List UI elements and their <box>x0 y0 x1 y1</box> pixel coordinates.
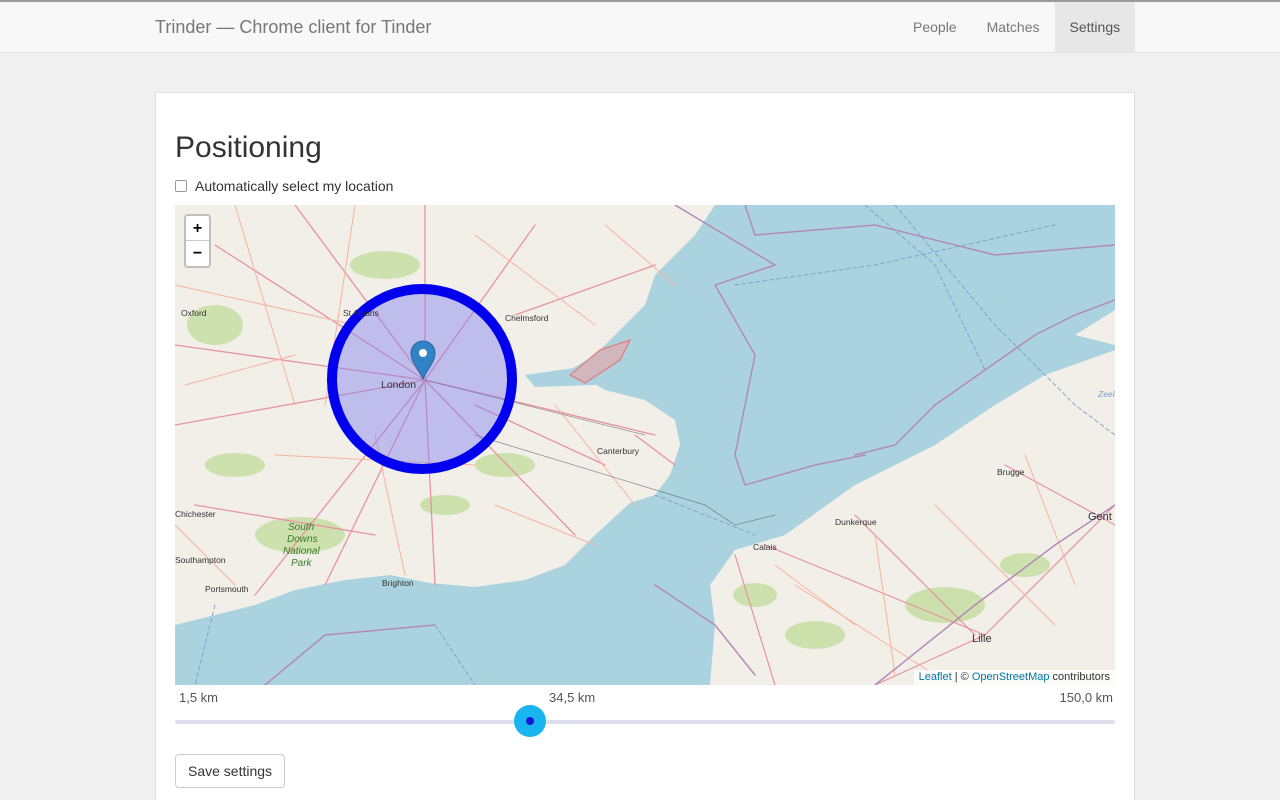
map-tiles[interactable]: Oxford St Albans Chelmsford London Cante… <box>175 205 1115 685</box>
settings-panel: Positioning Automatically select my loca… <box>155 92 1135 800</box>
slider-handle-dot <box>525 717 534 725</box>
app-brand[interactable]: Trinder — Chrome client for Tinder <box>155 2 431 52</box>
distance-min-label: 1,5 km <box>179 690 219 705</box>
zoom-in-button[interactable]: + <box>186 216 209 241</box>
map-label-lille: Lille <box>972 633 992 645</box>
nav-item-people[interactable]: People <box>898 2 972 52</box>
netherlands-land <box>1075 310 1115 345</box>
auto-location-checkbox[interactable] <box>175 180 187 192</box>
map-label-south: South <box>288 522 315 533</box>
nav-item-matches[interactable]: Matches <box>972 2 1055 52</box>
map-label-brugge: Brugge <box>997 467 1025 477</box>
nav-menu: People Matches Settings <box>898 2 1136 52</box>
navbar: Trinder — Chrome client for Tinder Peopl… <box>0 2 1280 53</box>
map-label-zeeland: Zeeland <box>1097 389 1115 399</box>
map-label-downs: Downs <box>287 534 318 545</box>
zoom-control: + − <box>184 214 211 268</box>
nav-item-settings[interactable]: Settings <box>1054 2 1136 52</box>
continent-land <box>710 350 1115 685</box>
map-attribution: Leaflet | © OpenStreetMap contributors <box>913 670 1115 685</box>
map-label-calais: Calais <box>753 542 777 552</box>
page-title: Positioning <box>175 131 322 164</box>
distance-max-label: 150,0 km <box>1059 690 1113 705</box>
auto-location-row: Automatically select my location <box>175 178 393 194</box>
map-label-gent: Gent <box>1088 511 1112 523</box>
map-label-oxford: Oxford <box>181 308 207 318</box>
location-map[interactable]: Oxford St Albans Chelmsford London Cante… <box>175 205 1115 685</box>
osm-link[interactable]: OpenStreetMap <box>972 671 1050 683</box>
map-label-canterbury: Canterbury <box>597 446 640 456</box>
zoom-out-button[interactable]: − <box>186 241 209 266</box>
leaflet-link[interactable]: Leaflet <box>919 671 952 683</box>
map-label-southampton: Southampton <box>175 555 226 565</box>
distance-labels: 1,5 km 34,5 km 150,0 km <box>175 690 1115 706</box>
distance-slider-handle[interactable] <box>513 705 546 737</box>
map-label-st-albans: St Albans <box>343 308 379 318</box>
map-label-portsmouth: Portsmouth <box>205 584 249 594</box>
map-label-chichester: Chichester <box>175 509 216 519</box>
attribution-separator: | © <box>951 671 972 683</box>
auto-location-label[interactable]: Automatically select my location <box>195 178 393 194</box>
map-label-london: London <box>381 379 416 391</box>
attribution-suffix: contributors <box>1049 671 1110 683</box>
distance-slider-track[interactable] <box>175 720 1115 724</box>
map-label-dunkerque: Dunkerque <box>835 517 877 527</box>
map-label-brighton: Brighton <box>382 578 414 588</box>
distance-current-label: 34,5 km <box>549 690 596 705</box>
map-label-national: National <box>283 546 320 557</box>
map-label-park: Park <box>291 558 313 569</box>
map-label-chelmsford: Chelmsford <box>505 313 549 323</box>
save-settings-button[interactable]: Save settings <box>175 754 286 788</box>
